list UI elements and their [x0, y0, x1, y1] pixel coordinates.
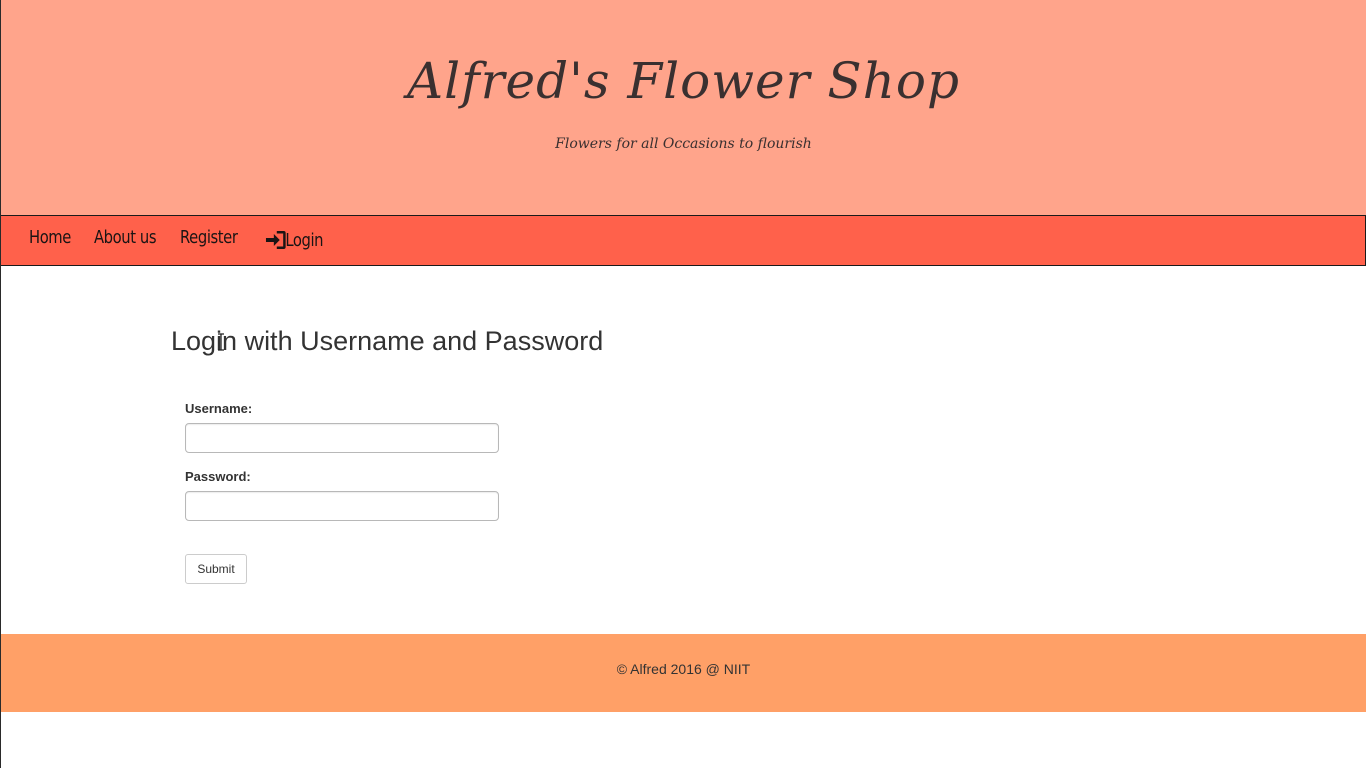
- password-field[interactable]: [185, 491, 499, 521]
- username-field[interactable]: [185, 423, 499, 453]
- nav-item-about-us[interactable]: About us: [94, 227, 157, 248]
- nav-bar: Home About us Register Login: [1, 215, 1366, 266]
- nav-item-login-label: Login: [285, 229, 324, 251]
- username-label: Username:: [185, 401, 253, 416]
- log-in-icon: [265, 231, 286, 249]
- site-title: Alfred's Flower Shop: [407, 52, 960, 110]
- site-header: Alfred's Flower Shop Flowers for all Occ…: [1, 0, 1366, 215]
- main-content: Login with Username and Password Usernam…: [1, 266, 1366, 634]
- site-footer: © Alfred 2016 @ NIIT: [1, 634, 1366, 712]
- nav-item-register[interactable]: Register: [180, 227, 238, 248]
- page: Alfred's Flower Shop Flowers for all Occ…: [0, 0, 1366, 768]
- password-label: Password:: [185, 469, 251, 484]
- login-heading: Login with Username and Password: [171, 326, 604, 356]
- site-tagline: Flowers for all Occasions to flourish: [555, 136, 812, 152]
- footer-copyright: © Alfred 2016 @ NIIT: [616, 661, 751, 677]
- submit-button[interactable]: Submit: [185, 554, 247, 584]
- nav-item-home[interactable]: Home: [29, 227, 71, 248]
- nav-item-login[interactable]: Login: [264, 229, 324, 251]
- text-cursor-icon: [218, 333, 224, 351]
